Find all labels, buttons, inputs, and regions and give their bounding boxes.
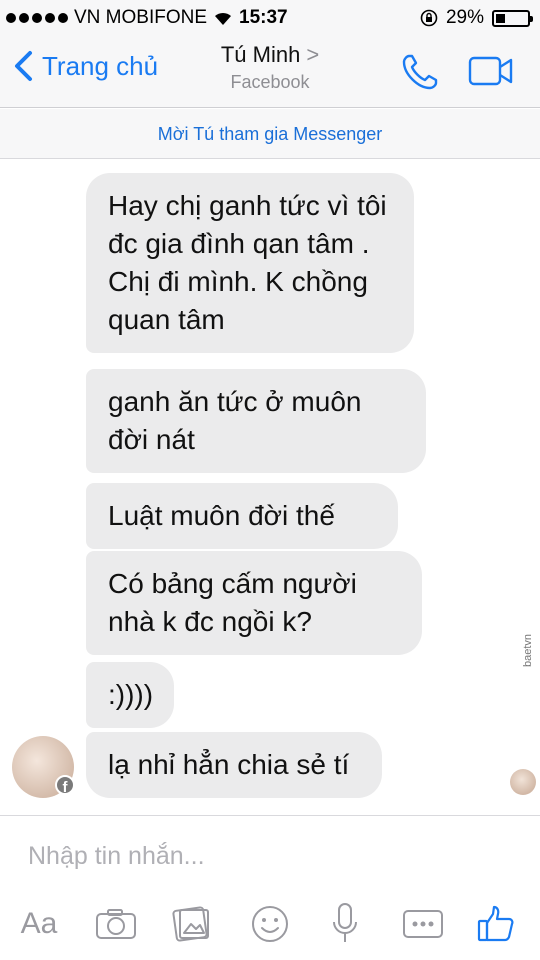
more-icon[interactable] <box>402 902 444 946</box>
watermark: baetvn <box>522 633 534 667</box>
carrier-name: VN MOBIFONE <box>74 7 208 28</box>
message-bubble[interactable]: Luật muôn đời thế <box>86 483 398 549</box>
chevron-left-icon <box>15 51 32 81</box>
navigation-bar: Trang chủ Tú Minh > Facebook <box>0 36 540 108</box>
message-bubble[interactable]: Hay chị ganh tức vì tôi đc gia đình qan … <box>86 173 414 353</box>
emoji-icon[interactable] <box>250 902 290 946</box>
wifi-icon <box>215 12 232 25</box>
back-button[interactable]: Trang chủ <box>12 50 158 82</box>
invite-to-messenger-banner[interactable]: Mời Tú tham gia Messenger <box>0 109 540 159</box>
battery-icon <box>492 9 533 27</box>
contact-name: Tú Minh <box>220 42 301 67</box>
message-bubble[interactable]: Có bảng cấm người nhà k đc ngồi k? <box>86 551 422 655</box>
message-bubble[interactable]: lạ nhỉ hẳn chia sẻ tí <box>86 732 382 798</box>
battery-percentage: 29% <box>445 7 484 28</box>
like-icon[interactable] <box>476 902 516 946</box>
message-thread[interactable]: Hay chị ganh tức vì tôi đc gia đình qan … <box>0 159 540 815</box>
message-input[interactable]: Nhập tin nhắn... <box>28 842 205 871</box>
signal-strength-icon <box>6 13 68 23</box>
facebook-icon: f <box>55 775 75 796</box>
composer-toolbar: Aa <box>0 896 540 952</box>
chevron-right-icon: > <box>306 42 320 67</box>
status-bar: VN MOBIFONE 15:37 29% <box>0 0 540 36</box>
orientation-lock-icon <box>420 9 438 27</box>
microphone-icon[interactable] <box>331 902 359 946</box>
text-format-icon[interactable]: Aa <box>16 902 62 946</box>
message-composer: Nhập tin nhắn... Aa <box>0 815 540 960</box>
message-bubble[interactable]: :)))) <box>86 662 174 728</box>
phone-icon[interactable] <box>400 52 440 92</box>
message-bubble[interactable]: ganh ăn tức ở muôn đời nát <box>86 369 426 473</box>
conversation-title[interactable]: Tú Minh > Facebook <box>170 42 370 93</box>
gallery-icon[interactable] <box>172 902 212 946</box>
camera-icon[interactable] <box>95 902 137 946</box>
contact-subtitle: Facebook <box>230 72 310 92</box>
back-label: Trang chủ <box>42 50 159 81</box>
clock: 15:37 <box>239 7 288 28</box>
seen-indicator-avatar <box>510 769 536 795</box>
video-camera-icon[interactable] <box>468 54 514 88</box>
